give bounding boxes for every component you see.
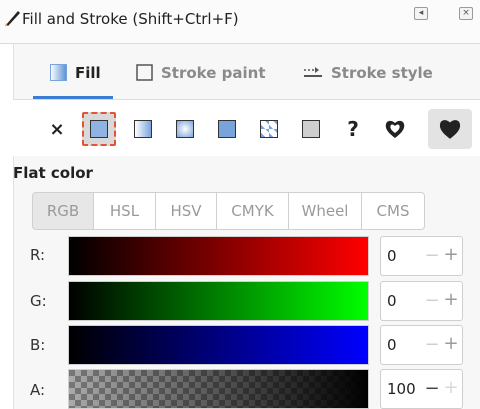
active-tab-indicator bbox=[33, 96, 113, 99]
green-value[interactable]: 0 bbox=[387, 292, 397, 310]
evenodd-fill-rule-button[interactable] bbox=[378, 112, 412, 146]
green-slider[interactable] bbox=[68, 281, 369, 321]
red-value[interactable]: 0 bbox=[387, 247, 397, 265]
green-spinbox[interactable]: 0 − + bbox=[380, 281, 463, 321]
mode-hsl-button[interactable]: HSL bbox=[94, 192, 156, 230]
tab-stroke-style[interactable]: Stroke style bbox=[303, 64, 433, 92]
alpha-channel-label: A: bbox=[30, 381, 46, 399]
mode-wheel-button[interactable]: Wheel bbox=[289, 192, 362, 230]
mode-hsv-button[interactable]: HSV bbox=[156, 192, 217, 230]
swatch-icon bbox=[302, 120, 320, 138]
alpha-slider[interactable] bbox=[68, 369, 369, 409]
linear-gradient-icon bbox=[134, 120, 152, 138]
red-slider[interactable] bbox=[68, 236, 369, 276]
no-paint-icon: × bbox=[49, 118, 65, 140]
mode-rgb-button[interactable]: RGB bbox=[32, 192, 94, 230]
stroke-style-tab-icon bbox=[303, 64, 323, 85]
tab-fill-label: Fill bbox=[75, 64, 101, 82]
red-spinbox[interactable]: 0 − + bbox=[380, 236, 463, 276]
mode-rgb-label: RGB bbox=[46, 202, 80, 220]
blue-channel-label: B: bbox=[30, 336, 46, 354]
no-paint-button[interactable]: × bbox=[40, 112, 74, 146]
linear-gradient-button[interactable] bbox=[126, 112, 160, 146]
evenodd-fill-icon bbox=[385, 120, 405, 138]
color-mode-selector: RGB HSL HSV CMYK Wheel CMS bbox=[32, 192, 425, 230]
green-increment-button[interactable]: + bbox=[443, 289, 459, 310]
blue-slider[interactable] bbox=[68, 325, 369, 365]
green-channel-label: G: bbox=[30, 292, 47, 310]
flat-color-button[interactable] bbox=[82, 112, 116, 146]
blue-spinbox[interactable]: 0 − + bbox=[380, 325, 463, 365]
tab-fill[interactable]: Fill bbox=[50, 64, 101, 92]
blue-decrement-button[interactable]: − bbox=[424, 334, 440, 355]
mesh-gradient-button[interactable] bbox=[210, 112, 244, 146]
tab-bar: Fill Stroke paint Stroke style bbox=[14, 44, 480, 100]
blue-increment-button[interactable]: + bbox=[443, 333, 459, 354]
green-decrement-button[interactable]: − bbox=[424, 290, 440, 311]
red-decrement-button[interactable]: − bbox=[424, 245, 440, 266]
alpha-spinbox[interactable]: 100 − + bbox=[380, 369, 463, 409]
tab-stroke-style-label: Stroke style bbox=[331, 64, 433, 82]
unset-paint-button[interactable]: ? bbox=[336, 112, 370, 146]
pattern-button[interactable] bbox=[252, 112, 286, 146]
alpha-decrement-button[interactable]: − bbox=[424, 378, 440, 399]
nonzero-fill-rule-button[interactable] bbox=[428, 109, 472, 149]
mode-hsv-label: HSV bbox=[170, 202, 202, 220]
fill-stroke-app-icon bbox=[5, 11, 20, 26]
unset-paint-icon: ? bbox=[347, 117, 359, 141]
stroke-paint-tab-icon bbox=[136, 64, 153, 85]
mode-cmyk-button[interactable]: CMYK bbox=[217, 192, 289, 230]
mode-cms-label: CMS bbox=[376, 202, 410, 220]
flat-color-icon bbox=[90, 120, 108, 138]
nonzero-fill-icon bbox=[439, 120, 461, 139]
blue-value[interactable]: 0 bbox=[387, 336, 397, 354]
flat-color-heading: Flat color bbox=[13, 164, 93, 182]
pattern-icon bbox=[260, 120, 278, 138]
window-title: Fill and Stroke (Shift+Ctrl+F) bbox=[22, 10, 239, 28]
radial-gradient-icon bbox=[176, 120, 194, 138]
red-channel-label: R: bbox=[30, 246, 46, 264]
swatch-button[interactable] bbox=[294, 112, 328, 146]
title-bar: Fill and Stroke (Shift+Ctrl+F) ◂ × bbox=[0, 0, 480, 44]
mode-wheel-label: Wheel bbox=[301, 202, 349, 220]
tab-stroke-paint-label: Stroke paint bbox=[161, 64, 266, 82]
close-icon[interactable]: × bbox=[459, 7, 473, 20]
dock-icon[interactable]: ◂ bbox=[414, 7, 428, 20]
paint-type-row: × ? bbox=[0, 100, 480, 156]
mode-cms-button[interactable]: CMS bbox=[362, 192, 425, 230]
mode-hsl-label: HSL bbox=[109, 202, 140, 220]
alpha-increment-button[interactable]: + bbox=[443, 377, 459, 398]
fill-tab-icon bbox=[50, 64, 67, 85]
red-increment-button[interactable]: + bbox=[443, 244, 459, 265]
radial-gradient-button[interactable] bbox=[168, 112, 202, 146]
alpha-value[interactable]: 100 bbox=[387, 380, 416, 398]
mode-cmyk-label: CMYK bbox=[231, 202, 274, 220]
mesh-gradient-icon bbox=[218, 120, 236, 138]
tab-stroke-paint[interactable]: Stroke paint bbox=[136, 64, 266, 92]
